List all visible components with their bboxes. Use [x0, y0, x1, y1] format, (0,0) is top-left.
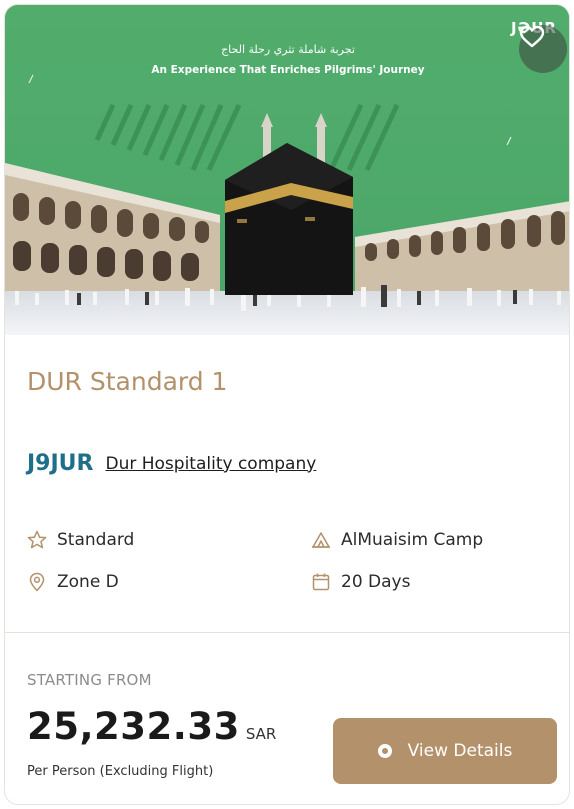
package-title: DUR Standard 1	[27, 367, 228, 396]
starting-from-label: STARTING FROM	[27, 671, 152, 689]
hero-arabic-tagline: تجربة شاملة تثري رحلة الحاج	[221, 43, 355, 56]
heart-icon	[519, 25, 545, 48]
radio-dot-icon	[377, 744, 392, 758]
location-pin-icon	[29, 572, 45, 592]
view-details-button[interactable]: View Details	[333, 718, 557, 784]
hero-english-tagline: An Experience That Enriches Pilgrims' Jo…	[151, 64, 425, 76]
company-link[interactable]: Dur Hospitality company	[105, 454, 316, 474]
feature-zone-label: Zone D	[57, 572, 119, 592]
company-logo: J9JUR	[27, 451, 94, 476]
view-details-label: View Details	[407, 741, 513, 761]
feature-duration-label: 20 Days	[341, 572, 411, 592]
feature-category: Standard	[27, 530, 134, 550]
feature-camp: AlMuaisim Camp	[311, 530, 483, 550]
price-note: Per Person (Excluding Flight)	[27, 764, 214, 779]
favorite-button[interactable]	[519, 25, 567, 73]
hero-image: تجربة شاملة تثري رحلة الحاج An Experienc…	[5, 5, 569, 335]
star-icon	[27, 530, 47, 549]
feature-duration: 20 Days	[311, 572, 410, 592]
package-card[interactable]: تجربة شاملة تثري رحلة الحاج An Experienc…	[4, 4, 570, 805]
price-currency: SAR	[245, 725, 277, 743]
feature-camp-label: AlMuaisim Camp	[341, 530, 484, 550]
price: 25,232.33 SAR	[27, 705, 276, 748]
price-amount: 25,232.33	[27, 705, 240, 748]
feature-zone: Zone D	[27, 572, 119, 592]
divider	[5, 632, 569, 633]
company-row: J9JUR Dur Hospitality company	[27, 451, 316, 476]
feature-category-label: Standard	[57, 530, 135, 550]
calendar-icon	[312, 573, 330, 591]
tent-icon	[312, 532, 330, 548]
